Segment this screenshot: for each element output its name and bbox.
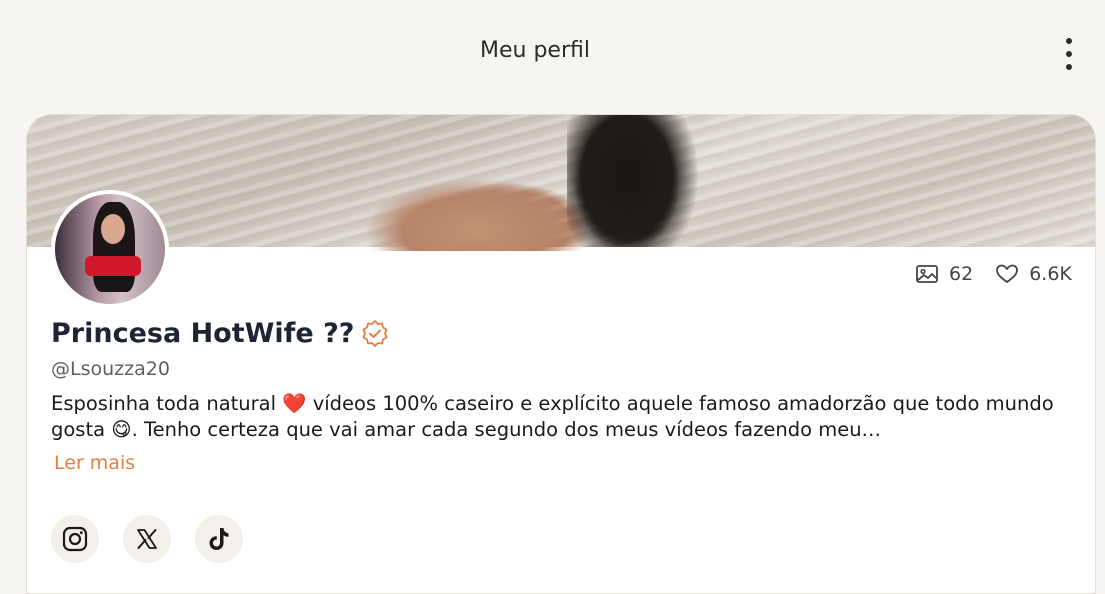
instagram-icon <box>62 526 88 552</box>
media-count: 62 <box>949 263 974 285</box>
read-more-link[interactable]: Ler mais <box>54 452 135 474</box>
profile-card: 62 6.6K Princesa HotWife ?? @Lsouzza20 E… <box>26 114 1096 594</box>
likes-stat: 6.6K <box>995 263 1072 285</box>
verified-badge-icon <box>363 319 388 347</box>
top-bar: Meu perfil <box>0 0 1105 110</box>
profile-bio: Esposinha toda natural ❤️ vídeos 100% ca… <box>51 392 1054 441</box>
profile-name-row: Princesa HotWife ?? <box>51 318 390 349</box>
heart-icon <box>996 264 1019 283</box>
x-button[interactable] <box>123 515 171 563</box>
more-vertical-icon <box>1066 38 1072 44</box>
profile-handle: @Lsouzza20 <box>51 358 170 380</box>
tiktok-icon <box>209 528 229 550</box>
tiktok-button[interactable] <box>195 515 243 563</box>
social-links <box>51 515 243 563</box>
cover-image <box>27 115 1095 251</box>
more-menu-button[interactable] <box>1054 36 1084 72</box>
avatar[interactable] <box>51 190 169 308</box>
page-title: Meu perfil <box>480 38 590 63</box>
x-twitter-icon <box>137 529 157 549</box>
image-icon <box>916 265 938 283</box>
media-count-stat: 62 <box>915 263 973 285</box>
instagram-button[interactable] <box>51 515 99 563</box>
profile-name: Princesa HotWife ?? <box>51 318 355 349</box>
likes-count: 6.6K <box>1029 263 1072 285</box>
profile-stats: 62 6.6K <box>915 261 1072 287</box>
